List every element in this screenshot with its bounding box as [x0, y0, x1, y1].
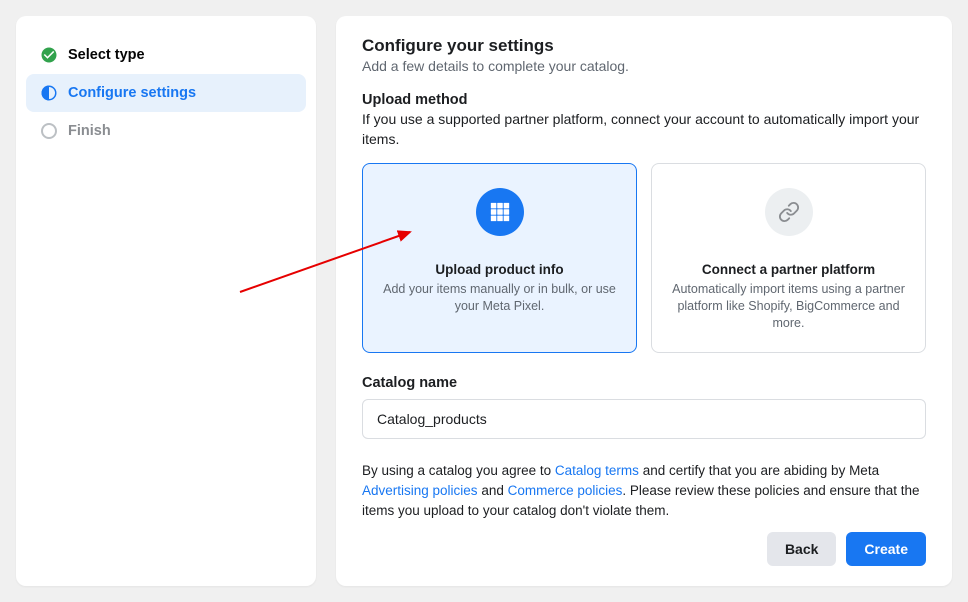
terms-text: By using a catalog you agree to Catalog …: [362, 461, 926, 522]
step-select-type[interactable]: Select type: [26, 36, 306, 74]
card-title: Connect a partner platform: [702, 262, 875, 277]
upload-method-cards: Upload product info Add your items manua…: [362, 163, 926, 353]
check-icon: [40, 46, 58, 64]
step-label: Configure settings: [68, 85, 196, 101]
catalog-terms-link[interactable]: Catalog terms: [555, 463, 639, 478]
half-circle-icon: [40, 84, 58, 102]
page-title: Configure your settings: [362, 36, 926, 56]
card-title: Upload product info: [435, 262, 563, 277]
step-configure-settings[interactable]: Configure settings: [26, 74, 306, 112]
step-label: Finish: [68, 123, 111, 139]
catalog-name-label: Catalog name: [362, 375, 926, 391]
card-description: Add your items manually or in bulk, or u…: [381, 281, 618, 315]
link-icon: [765, 188, 813, 236]
card-connect-partner-platform[interactable]: Connect a partner platform Automatically…: [651, 163, 926, 353]
commerce-policies-link[interactable]: Commerce policies: [508, 483, 623, 498]
catalog-name-input[interactable]: [362, 399, 926, 439]
grid-icon: [476, 188, 524, 236]
upload-method-title: Upload method: [362, 92, 926, 108]
create-button[interactable]: Create: [846, 532, 926, 566]
step-finish[interactable]: Finish: [26, 112, 306, 150]
upload-method-description: If you use a supported partner platform,…: [362, 110, 926, 149]
card-upload-product-info[interactable]: Upload product info Add your items manua…: [362, 163, 637, 353]
wizard-sidebar: Select type Configure settings Finish: [16, 16, 316, 586]
advertising-policies-link[interactable]: Advertising policies: [362, 483, 478, 498]
step-label: Select type: [68, 47, 145, 63]
page-subtitle: Add a few details to complete your catal…: [362, 58, 926, 74]
circle-icon: [40, 122, 58, 140]
card-description: Automatically import items using a partn…: [670, 281, 907, 332]
button-row: Back Create: [362, 532, 926, 566]
back-button[interactable]: Back: [767, 532, 836, 566]
main-panel: Configure your settings Add a few detail…: [336, 16, 952, 586]
